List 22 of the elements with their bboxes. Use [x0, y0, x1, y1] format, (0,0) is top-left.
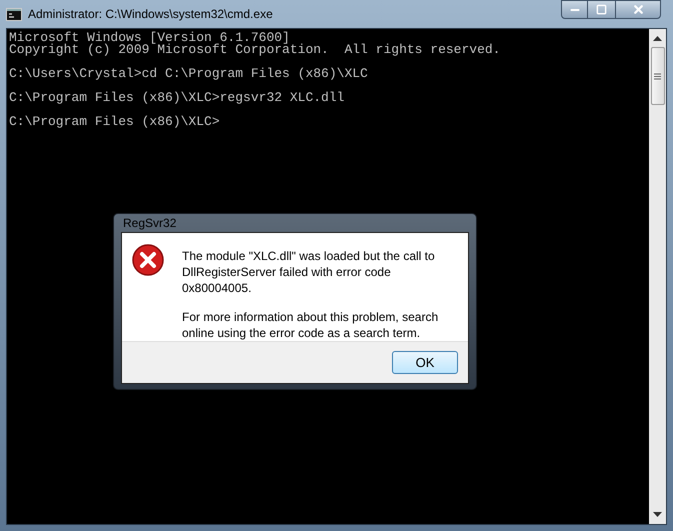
window-title: Administrator: C:\Windows\system32\cmd.exe: [28, 6, 273, 23]
scroll-up-icon[interactable]: [653, 35, 662, 41]
close-button[interactable]: [615, 0, 661, 19]
close-icon: [632, 3, 644, 16]
scroll-thumb[interactable]: [650, 47, 664, 105]
console-line: C:\Program Files (x86)\XLC>regsvr32 XLC.dll: [9, 92, 346, 104]
error-message: The module "XLC.dll" was loaded but the call to DllRegisterServer failed with error code 0x80004005.: [182, 248, 436, 296]
ok-button[interactable]: OK: [392, 351, 458, 374]
console-line: Copyright (c) 2009 Microsoft Corporation. All rights reserved.: [9, 44, 502, 56]
scrollbar[interactable]: [649, 29, 666, 524]
console-icon: [6, 8, 22, 20]
maximize-button[interactable]: [588, 0, 615, 19]
dialog-title: RegSvr32: [123, 215, 176, 232]
console-line: C:\Users\Crystal>cd C:\Program Files (x86)\XLC: [9, 68, 369, 80]
error-message: For more information about this problem, search online using the error code as a search term.: [182, 309, 440, 341]
error-icon: [132, 244, 164, 276]
maximize-icon: [596, 4, 607, 15]
console-line: C:\Program Files (x86)\XLC>: [9, 116, 221, 128]
grip-icon: [654, 72, 661, 80]
console-line: Microsoft Windows [Version 6.1.7600]: [9, 32, 290, 44]
scroll-down-icon[interactable]: [653, 512, 662, 518]
minimize-button[interactable]: [561, 0, 588, 19]
